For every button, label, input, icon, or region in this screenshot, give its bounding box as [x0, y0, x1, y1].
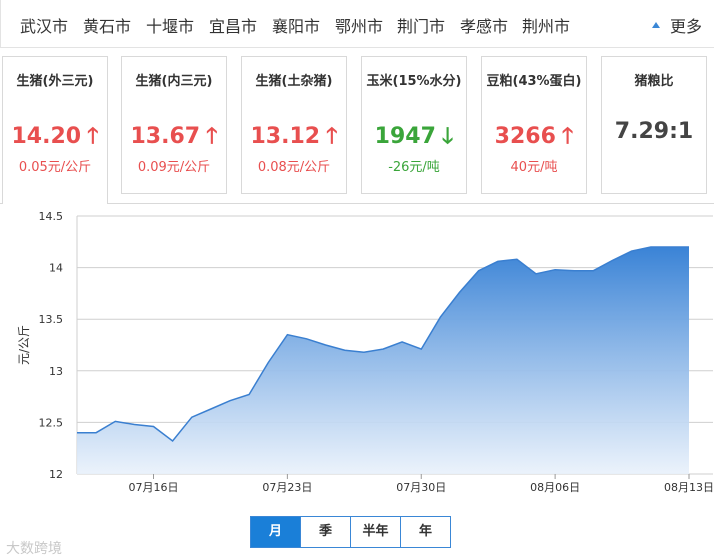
- x-tick-label: 07月23日: [262, 481, 312, 494]
- card-title: 玉米(15%水分): [366, 74, 462, 89]
- watermark: 大数跨境: [6, 538, 62, 558]
- card-title: 生猪(内三元): [135, 74, 213, 89]
- arrow-up-icon: 🡑: [326, 124, 338, 149]
- card-change: 40元/吨: [510, 160, 558, 175]
- card-change: 0.05元/公斤: [18, 160, 92, 175]
- price-card[interactable]: 生猪(内三元) 13.67 🡑 0.09元/公斤: [121, 56, 227, 194]
- card-price: 13.67: [130, 124, 201, 149]
- more-button[interactable]: 更多: [651, 13, 702, 37]
- card-change: -26元/吨: [388, 160, 440, 175]
- city-bar: 武汉市 黄石市 十堰市 宜昌市 襄阳市 鄂州市 荆门市 孝感市 荆州市 更多: [0, 0, 714, 48]
- card-title: 猪粮比: [634, 74, 674, 89]
- price-card[interactable]: 豆粕(43%蛋白) 3266 🡑 40元/吨: [481, 56, 587, 194]
- period-tab[interactable]: 年: [400, 517, 450, 547]
- x-tick-label: 07月30日: [396, 481, 446, 494]
- watermark-text: 大数跨境: [6, 541, 62, 557]
- y-tick-label: 14: [49, 262, 63, 275]
- card-price-row: 7.29:1: [602, 119, 706, 144]
- city-link[interactable]: 鄂州市: [335, 13, 383, 37]
- card-price-row: 13.12 🡑: [242, 119, 346, 157]
- x-tick-label: 08月06日: [530, 481, 580, 494]
- card-change: 0.08元/公斤: [257, 160, 331, 175]
- card-price-row: 13.67 🡑: [122, 119, 226, 157]
- card-title: 生猪(土杂猪): [255, 74, 333, 89]
- price-card[interactable]: 生猪(外三元) 14.20 🡑 0.05元/公斤: [2, 56, 108, 204]
- price-card[interactable]: 玉米(15%水分) 1947 🡓 -26元/吨: [361, 56, 467, 194]
- x-tick-label: 07月16日: [129, 481, 179, 494]
- card-price-row: 14.20 🡑: [3, 119, 107, 157]
- city-link[interactable]: 十堰市: [146, 13, 194, 37]
- period-tab[interactable]: 月: [251, 517, 300, 547]
- y-tick-label: 13.5: [39, 313, 64, 326]
- y-tick-label: 12.5: [39, 416, 64, 429]
- card-change: 0.09元/公斤: [137, 160, 211, 175]
- price-card[interactable]: 生猪(土杂猪) 13.12 🡑 0.08元/公斤: [241, 56, 347, 194]
- card-price-row: 1947 🡓: [362, 119, 466, 157]
- card-title: 生猪(外三元): [16, 74, 94, 89]
- period-tab[interactable]: 半年: [350, 517, 400, 547]
- y-tick-label: 13: [49, 365, 63, 378]
- card-title: 豆粕(43%蛋白): [486, 74, 582, 89]
- y-tick-label: 12: [49, 468, 63, 481]
- price-chart: 12 12.5 13 13.5 14 14.5 07月16日 07月23日 07月30日 08月0…: [17, 210, 714, 494]
- y-axis-title: 元/公斤: [17, 325, 31, 365]
- card-price: 1947: [374, 124, 436, 149]
- period-tab[interactable]: 季: [300, 517, 350, 547]
- card-price: 7.29:1: [614, 119, 694, 144]
- city-link[interactable]: 宜昌市: [209, 13, 257, 37]
- city-bar-edge: [0, 0, 1, 48]
- city-link[interactable]: 荆州市: [522, 13, 570, 37]
- arrow-up-icon: 🡑: [206, 124, 218, 149]
- expand-triangle-icon: [651, 22, 660, 28]
- period-tabs: 月季半年年: [250, 516, 451, 548]
- more-label: 更多: [669, 17, 702, 36]
- card-price: 13.12: [250, 124, 321, 149]
- x-tick-label: 08月13日: [664, 481, 714, 494]
- city-link[interactable]: 荆门市: [397, 13, 445, 37]
- y-tick-label: 14.5: [39, 210, 64, 223]
- arrow-up-icon: 🡑: [561, 124, 574, 149]
- chart-panel: 12 12.5 13 13.5 14 14.5 07月16日 07月23日 07月30日 08月0…: [0, 203, 714, 560]
- city-link[interactable]: 武汉市: [20, 13, 68, 37]
- city-link[interactable]: 黄石市: [83, 13, 131, 37]
- arrow-down-icon: 🡓: [441, 124, 454, 149]
- price-card[interactable]: 猪粮比 7.29:1: [601, 56, 707, 194]
- city-link[interactable]: 孝感市: [460, 13, 508, 37]
- arrow-up-icon: 🡑: [87, 124, 99, 149]
- card-price: 14.20: [11, 124, 82, 149]
- city-link[interactable]: 襄阳市: [272, 13, 320, 37]
- card-price: 3266: [494, 124, 556, 149]
- card-price-row: 3266 🡑: [482, 119, 586, 157]
- series-area: [77, 247, 689, 474]
